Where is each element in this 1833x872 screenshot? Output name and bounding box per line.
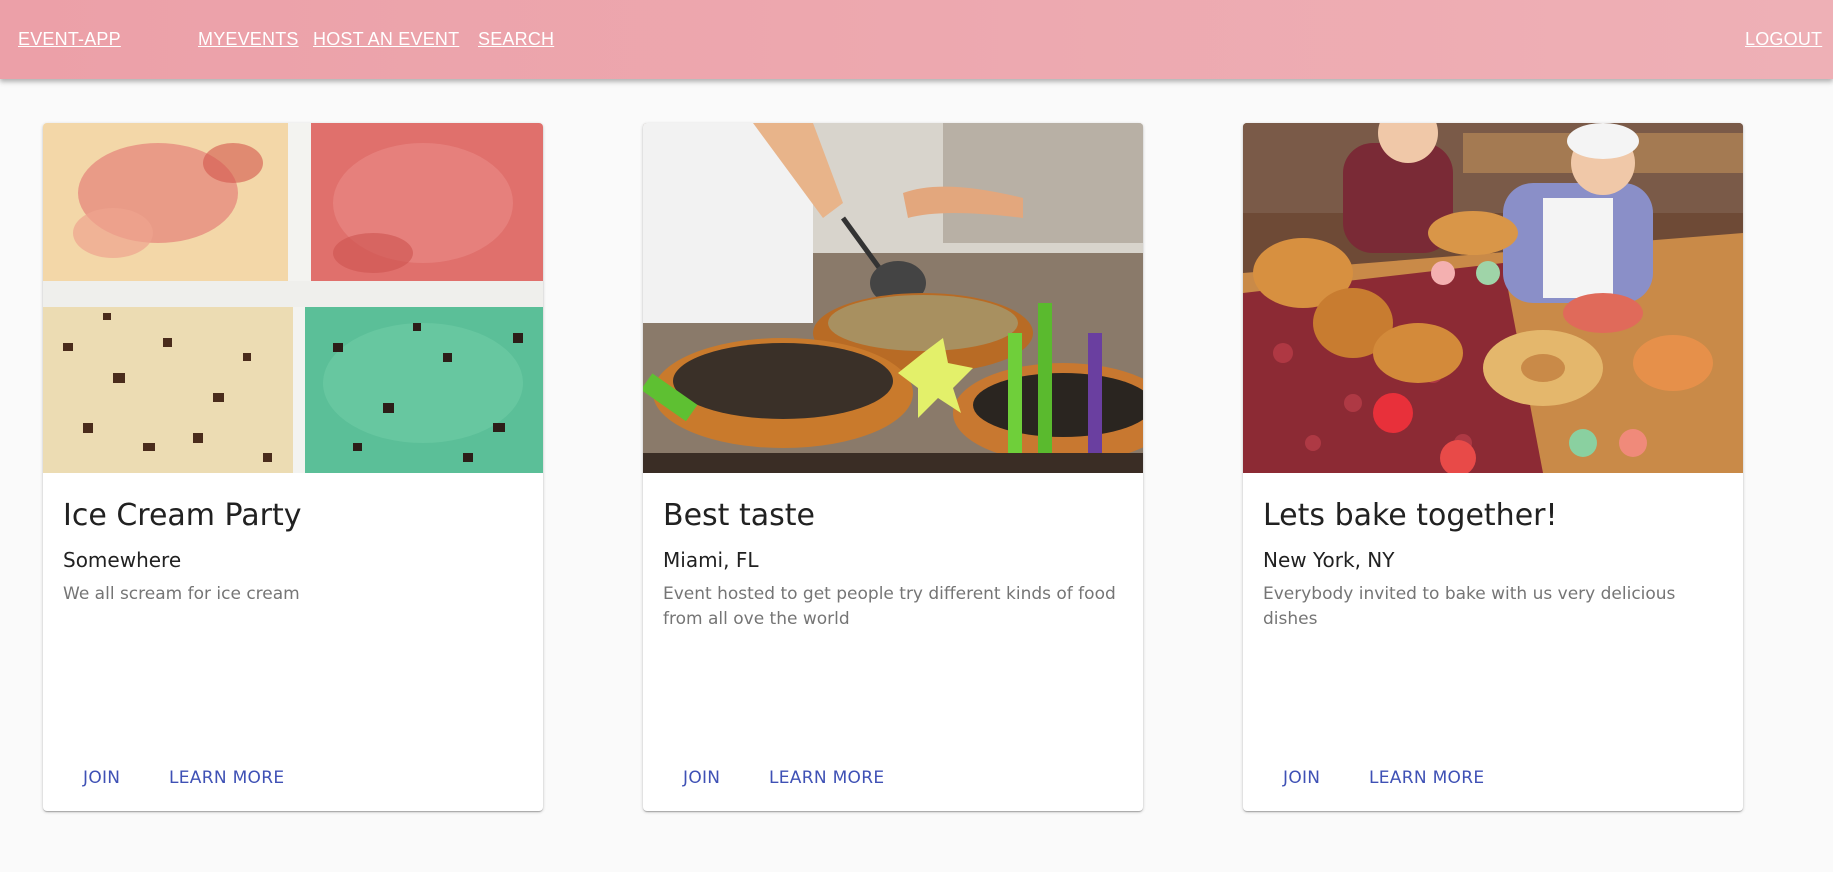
learn-more-button[interactable]: LEARN MORE — [1369, 768, 1484, 788]
event-card: Lets bake together! New York, NY Everybo… — [1243, 123, 1743, 811]
join-button[interactable]: JOIN — [683, 768, 720, 788]
nav-myevents[interactable]: MYEVENTS — [198, 29, 299, 50]
learn-more-button[interactable]: LEARN MORE — [769, 768, 884, 788]
event-description: Event hosted to get people try different… — [663, 584, 1116, 629]
event-location: Miami, FL — [663, 548, 759, 572]
event-title: Lets bake together! — [1263, 498, 1558, 533]
event-card: Ice Cream Party Somewhere We all scream … — [43, 123, 543, 811]
event-title: Best taste — [663, 498, 815, 533]
event-card: Best taste Miami, FL Event hosted to get… — [643, 123, 1143, 811]
event-image-ice-cream[interactable] — [43, 123, 543, 473]
app-bar: EVENT-APP MYEVENTS HOST AN EVENT SEARCH … — [0, 0, 1833, 79]
nav-search[interactable]: SEARCH — [478, 29, 554, 50]
brand-link[interactable]: EVENT-APP — [18, 29, 121, 50]
nav-host-event[interactable]: HOST AN EVENT — [313, 29, 459, 50]
event-location: Somewhere — [63, 548, 182, 572]
event-description: We all scream for ice cream — [63, 584, 300, 604]
event-image-bakery[interactable] — [1243, 123, 1743, 473]
logout-link[interactable]: LOGOUT — [1745, 29, 1822, 50]
join-button[interactable]: JOIN — [83, 768, 120, 788]
event-location: New York, NY — [1263, 548, 1395, 572]
join-button[interactable]: JOIN — [1283, 768, 1320, 788]
event-description: Everybody invited to bake with us very d… — [1263, 584, 1676, 629]
learn-more-button[interactable]: LEARN MORE — [169, 768, 284, 788]
event-title: Ice Cream Party — [63, 498, 302, 533]
event-image-food-buffet[interactable] — [643, 123, 1143, 473]
